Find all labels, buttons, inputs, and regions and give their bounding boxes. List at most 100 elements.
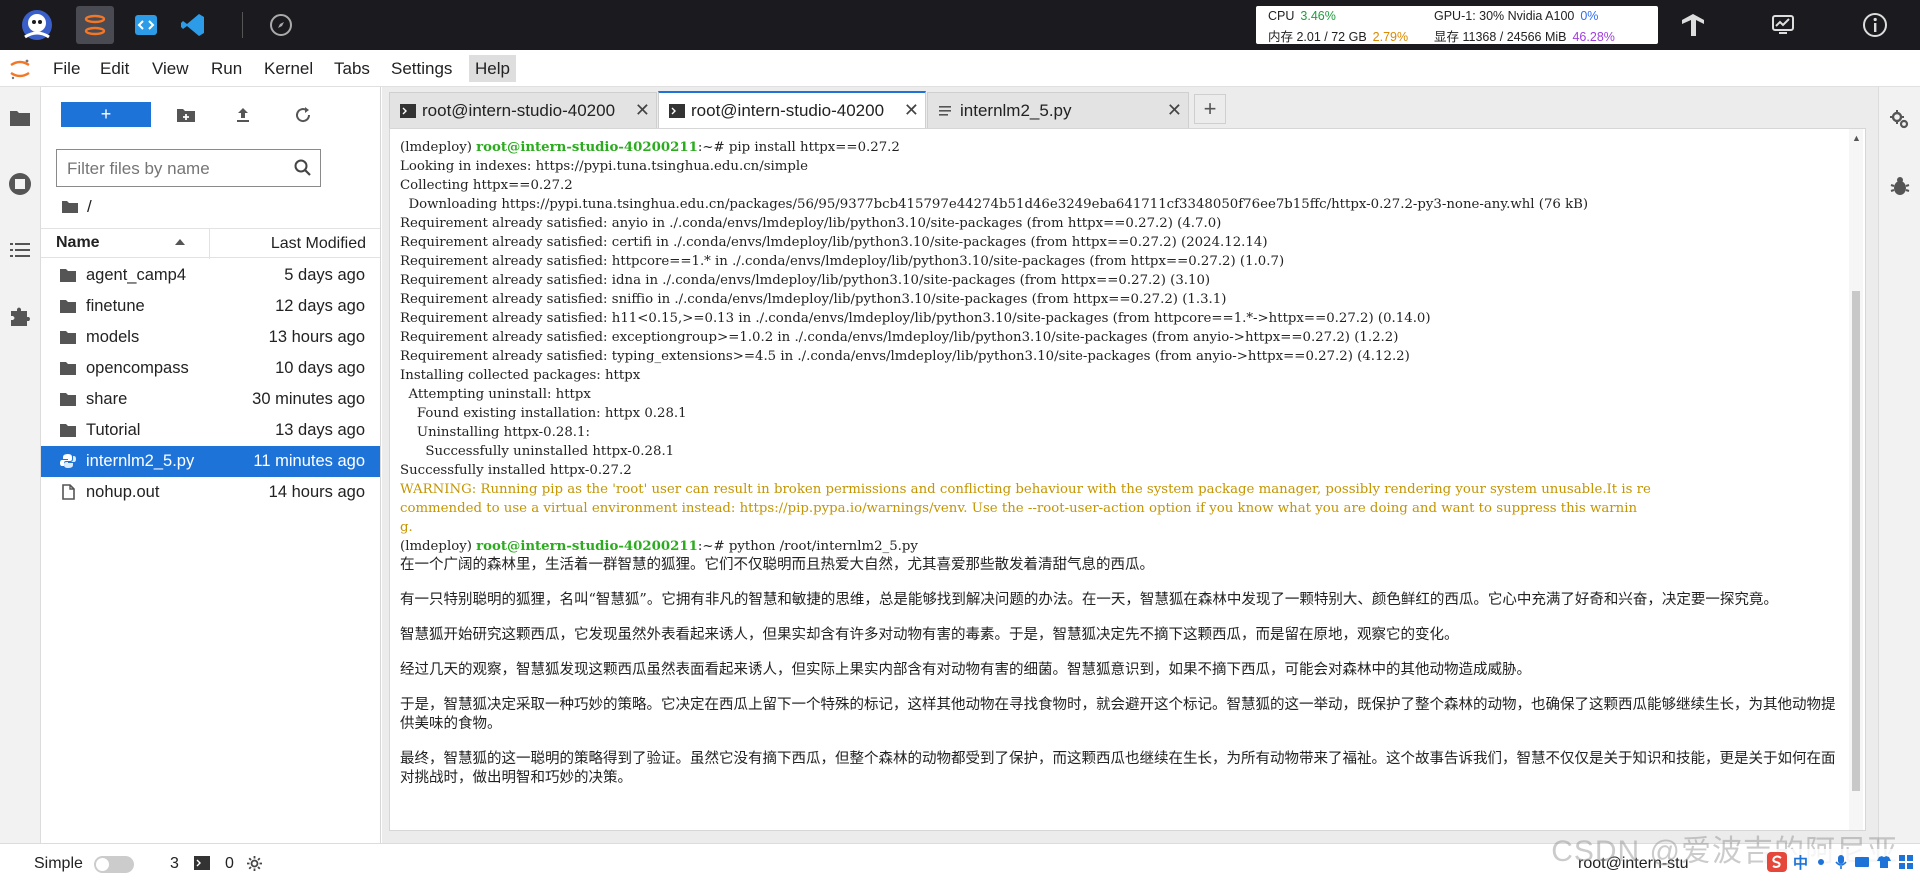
add-tab-button[interactable]: + — [1194, 94, 1226, 124]
pip-warning: WARNING: Running pip as the 'root' user … — [400, 482, 1651, 535]
top-bar: CPU 3.46% 内存 2.01 / 72 GB 2.79% GPU-1: 30%… — [0, 0, 1920, 50]
file-row-models[interactable]: models 13 hours ago — [41, 322, 380, 353]
gpu-stat: GPU-1: 30% Nvidia A100 0% — [1434, 9, 1599, 23]
tensorboard-icon[interactable] — [1674, 6, 1712, 44]
column-last-modified[interactable]: Last Modified — [271, 235, 366, 253]
menu-bar: File Edit View Run Kernel Tabs Settings … — [0, 50, 1920, 87]
property-inspector-icon[interactable] — [1886, 106, 1914, 134]
jupyter-icon[interactable] — [76, 6, 114, 44]
scrollbar-thumb[interactable] — [1852, 291, 1860, 791]
close-icon[interactable]: ✕ — [635, 100, 650, 121]
table-of-contents-icon[interactable] — [6, 236, 34, 264]
file-icon — [62, 484, 75, 500]
file-row-share[interactable]: share 30 minutes ago — [41, 384, 380, 415]
menu-edit[interactable]: Edit — [94, 55, 135, 82]
terminal-output-line: Uninstalling httpx-0.28.1: — [400, 425, 590, 440]
tab-terminal-1[interactable]: root@intern-studio-40200 ✕ — [389, 92, 657, 128]
breadcrumb[interactable]: / — [61, 196, 92, 218]
file-row-finetune[interactable]: finetune 12 days ago — [41, 291, 380, 322]
compass-icon[interactable] — [262, 6, 300, 44]
python-file-icon — [60, 454, 76, 468]
command-text: :~# pip install httpx==0.27.2 — [697, 140, 900, 155]
prompt-host: root@intern-studio-40200211 — [476, 140, 698, 155]
keyboard-icon[interactable] — [1854, 855, 1870, 869]
file-row-opencompass[interactable]: opencompass 10 days ago — [41, 353, 380, 384]
file-modified: 5 days ago — [284, 266, 365, 284]
folder-icon[interactable] — [6, 104, 34, 132]
new-launcher-button[interactable]: + — [61, 102, 151, 127]
folder-icon — [60, 362, 76, 375]
terminal-output-line: Collecting httpx==0.27.2 — [400, 178, 573, 193]
menu-tabs[interactable]: Tabs — [328, 55, 376, 82]
menu-settings[interactable]: Settings — [385, 55, 458, 82]
menu-kernel[interactable]: Kernel — [258, 55, 319, 82]
story-paragraph: 在一个广阔的森林里，生活着一群智慧的狐狸。它们不仅聪明而且热爱大自然，尤其喜爱那… — [400, 557, 1154, 573]
file-name: models — [86, 328, 140, 346]
gear-icon[interactable] — [246, 855, 263, 872]
ime-mode-label[interactable]: 中 — [1793, 852, 1808, 873]
close-icon[interactable]: ✕ — [904, 100, 919, 121]
close-icon[interactable]: ✕ — [1167, 100, 1182, 121]
microphone-icon[interactable] — [1834, 854, 1848, 870]
vram-stat: 显存 11368 / 24566 MiB 46.28% — [1434, 30, 1615, 44]
simple-mode-toggle[interactable] — [94, 856, 134, 873]
file-modified: 30 minutes ago — [252, 390, 365, 408]
file-name: nohup.out — [86, 483, 160, 501]
info-icon[interactable] — [1856, 6, 1894, 44]
sogou-ime-icon[interactable] — [1766, 852, 1787, 872]
terminal-output-line: Successfully installed httpx-0.27.2 — [400, 463, 632, 478]
debugger-icon[interactable] — [1886, 172, 1914, 200]
tab-label: root@intern-studio-40200 — [691, 101, 885, 120]
toolbox-icon[interactable] — [1898, 854, 1914, 870]
column-name[interactable]: Name — [56, 234, 100, 252]
terminal-count[interactable]: 0 — [225, 855, 234, 873]
file-modified: 11 minutes ago — [253, 452, 365, 470]
file-list-header: Name Last Modified — [41, 228, 380, 259]
file-name: agent_camp4 — [86, 266, 186, 284]
filter-files-input[interactable] — [67, 158, 287, 180]
terminal-panel[interactable]: (lmdeploy) root@intern-studio-40200211:~… — [389, 128, 1866, 831]
terminal-output-line: Requirement already satisfied: h11<0.15,… — [400, 311, 1431, 326]
code-editor-icon[interactable] — [127, 6, 165, 44]
file-row-internlm2-5-py[interactable]: internlm2_5.py 11 minutes ago — [41, 446, 380, 477]
file-modified: 13 days ago — [275, 421, 365, 439]
menu-file[interactable]: File — [47, 55, 86, 82]
menu-help[interactable]: Help — [469, 55, 516, 82]
new-folder-icon[interactable] — [174, 103, 198, 127]
terminal-output-line: Downloading https://pypi.tuna.tsinghua.e… — [400, 197, 1589, 212]
jupyter-logo-icon — [10, 59, 30, 80]
terminal-icon — [400, 104, 416, 118]
right-sidebar — [1878, 87, 1920, 843]
filter-files-field[interactable] — [56, 149, 321, 187]
file-row-nohup-out[interactable]: nohup.out 14 hours ago — [41, 477, 380, 508]
terminal-output-line: Requirement already satisfied: anyio in … — [400, 216, 1222, 231]
extensions-icon[interactable] — [6, 302, 34, 330]
skin-icon[interactable] — [1876, 855, 1892, 869]
refresh-icon[interactable] — [291, 103, 315, 127]
terminal-output-line: Requirement already satisfied: typing_ex… — [400, 349, 1410, 364]
file-row-agent-camp4[interactable]: agent_camp4 5 days ago — [41, 260, 380, 291]
menu-view[interactable]: View — [146, 55, 195, 82]
terminal-icon — [669, 104, 685, 118]
story-paragraph: 智慧狐开始研究这颗西瓜，它发现虽然外表看起来诱人，但果实却含有许多对动物有害的毒… — [400, 627, 1459, 643]
folder-icon — [60, 393, 76, 406]
monitor-icon[interactable] — [1764, 6, 1802, 44]
conda-env: (lmdeploy) — [400, 539, 477, 554]
kernel-count[interactable]: 3 — [170, 855, 179, 873]
file-name: finetune — [86, 297, 145, 315]
scrollbar[interactable]: ▲ — [1849, 129, 1863, 830]
vscode-icon[interactable] — [174, 6, 212, 44]
terminal-output-line: Requirement already satisfied: httpcore=… — [400, 254, 1285, 269]
scroll-up-icon[interactable]: ▲ — [1852, 133, 1861, 143]
story-paragraph: 最终，智慧狐的这一聪明的策略得到了验证。虽然它没有摘下西瓜，但整个森林的动物都受… — [400, 751, 1836, 786]
main-area: root@intern-studio-40200 ✕ root@intern-s… — [382, 87, 1878, 843]
column-divider[interactable] — [209, 229, 210, 259]
punctuation-icon[interactable] — [1814, 855, 1828, 869]
file-row-tutorial[interactable]: Tutorial 13 days ago — [41, 415, 380, 446]
tab-internlm2-5-py[interactable]: internlm2_5.py ✕ — [927, 92, 1189, 128]
tab-terminal-2[interactable]: root@intern-studio-40200 ✕ — [658, 91, 926, 129]
upload-icon[interactable] — [231, 103, 255, 127]
intern-studio-logo-icon[interactable] — [18, 6, 56, 44]
menu-run[interactable]: Run — [205, 55, 248, 82]
running-sessions-icon[interactable] — [6, 170, 34, 198]
